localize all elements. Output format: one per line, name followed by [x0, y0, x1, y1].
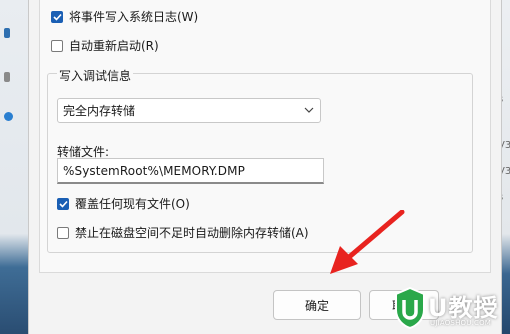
ok-button[interactable]: 确定: [273, 290, 361, 320]
watermark-url: UJIAOSHOU.COM: [430, 319, 492, 327]
checkmark-icon: [52, 13, 62, 21]
write-event-log-checkbox[interactable]: [51, 10, 63, 23]
dump-file-value: %SystemRoot%\MEMORY.DMP: [63, 163, 245, 178]
background-icon: [4, 28, 10, 38]
disable-auto-delete-label: 禁止在磁盘空间不足时自动删除内存转储(A): [75, 226, 309, 240]
background-icon: [4, 112, 13, 121]
auto-restart-checkbox[interactable]: [51, 39, 63, 52]
write-event-log-option[interactable]: 将事件写入系统日志(W): [51, 8, 198, 25]
watermark-logo: U教授 UJIAOSHOU.COM: [392, 282, 510, 334]
overwrite-existing-option[interactable]: 覆盖任何现有文件(O): [57, 195, 190, 212]
overwrite-existing-checkbox[interactable]: [57, 197, 69, 210]
dump-file-input[interactable]: %SystemRoot%\MEMORY.DMP: [57, 158, 324, 184]
annotation-arrow-icon: [330, 210, 405, 274]
write-event-log-label: 将事件写入系统日志(W): [69, 10, 199, 24]
background-window-left: [0, 0, 30, 334]
dump-type-selected-value: 完全内存转储: [63, 104, 136, 118]
disable-auto-delete-option[interactable]: 禁止在磁盘空间不足时自动删除内存转储(A): [57, 224, 309, 241]
checkmark-icon: [58, 200, 68, 208]
shield-logo-icon: [395, 286, 425, 330]
auto-restart-option[interactable]: 自动重新启动(R): [51, 37, 159, 54]
chevron-down-icon: [304, 107, 314, 113]
ok-button-label: 确定: [304, 298, 329, 313]
background-icon: [4, 72, 10, 82]
debug-info-group-title: 写入调试信息: [57, 67, 134, 84]
disable-auto-delete-checkbox[interactable]: [57, 226, 69, 239]
auto-restart-label: 自动重新启动(R): [69, 39, 159, 53]
watermark-brand: U教授: [428, 294, 499, 322]
overwrite-existing-label: 覆盖任何现有文件(O): [75, 197, 190, 211]
dump-type-select[interactable]: 完全内存转储: [57, 98, 321, 123]
